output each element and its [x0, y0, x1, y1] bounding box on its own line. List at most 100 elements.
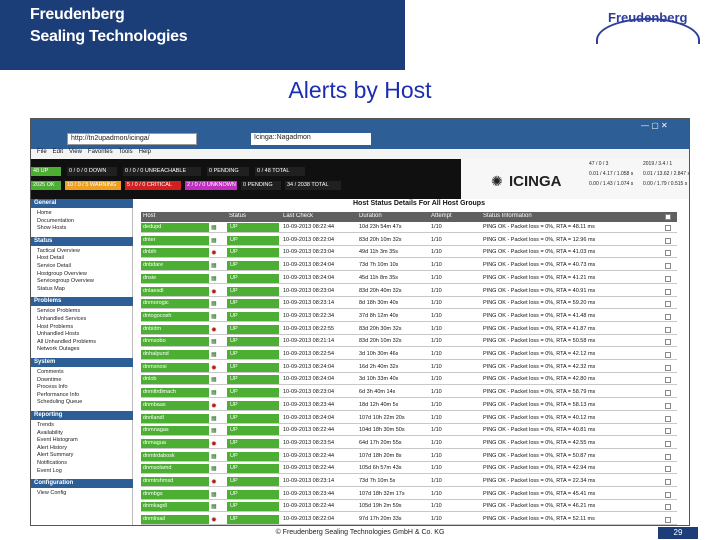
host-name[interactable]: dnmsnosi: [141, 362, 209, 372]
menu-item[interactable]: File: [37, 149, 47, 155]
table-row[interactable]: dnbidm ✹ UP 10-09-2013 08:22:55 83d 20h 30m …: [141, 324, 677, 335]
sidebar-item[interactable]: Performance Info: [37, 392, 79, 398]
sidebar-item[interactable]: Alert Summary: [37, 452, 73, 458]
host-name[interactable]: dnhalpund: [141, 350, 209, 359]
sidebar-item[interactable]: Tactical Overview: [37, 248, 80, 254]
table-row[interactable]: dnmbgs ▦ UP 10-09-2013 08:23:44 107d 18h 32m…: [141, 489, 677, 500]
host-name[interactable]: dnmagua: [141, 438, 209, 448]
graph-icon[interactable]: ▦: [211, 275, 217, 282]
row-checkbox[interactable]: [665, 326, 671, 333]
host-name[interactable]: dnmkagdl: [141, 502, 209, 512]
host-name[interactable]: dnbih: [141, 248, 209, 258]
bug-icon[interactable]: ✹: [211, 402, 217, 410]
row-checkbox[interactable]: [665, 377, 671, 384]
graph-icon[interactable]: ▦: [211, 453, 217, 460]
graph-icon[interactable]: ▦: [211, 389, 217, 396]
menu-item[interactable]: Tools: [119, 149, 133, 155]
sidebar-item[interactable]: Unhandled Services: [37, 316, 86, 322]
sidebar-item[interactable]: Service Detail: [37, 263, 71, 269]
status-cell[interactable]: 0 PENDING: [241, 181, 281, 190]
menu-item[interactable]: Favorites: [88, 149, 113, 155]
status-cell[interactable]: 0 PENDING: [207, 167, 249, 176]
row-checkbox[interactable]: [665, 301, 671, 308]
table-row[interactable]: dnlob ▦ UP 10-09-2013 08:24:04 3d 10h 33m 40…: [141, 375, 677, 386]
sidebar-item[interactable]: Process Info: [37, 384, 68, 390]
status-cell[interactable]: 10 / 0 / 5 WARNING: [65, 181, 121, 190]
sidebar-item[interactable]: Servicegroup Overview: [37, 278, 94, 284]
sidebar-item[interactable]: Notifications: [37, 460, 67, 466]
bug-icon[interactable]: ✹: [211, 516, 217, 524]
row-checkbox[interactable]: [665, 415, 671, 422]
table-row[interactable]: dnmkagdl ▦ UP 10-09-2013 08:22:44 105d 19h 2…: [141, 502, 677, 513]
graph-icon[interactable]: ▦: [211, 300, 217, 307]
column-header[interactable]: Status Information: [483, 213, 653, 219]
host-name[interactable]: dedupd: [141, 223, 209, 232]
row-checkbox[interactable]: [665, 250, 671, 257]
column-header[interactable]: Duration: [359, 213, 429, 219]
sidebar-item[interactable]: Availability: [37, 430, 63, 436]
row-checkbox[interactable]: [665, 453, 671, 460]
bug-icon[interactable]: ✹: [211, 288, 217, 296]
graph-icon[interactable]: ▦: [211, 503, 217, 510]
host-name[interactable]: dnsie: [141, 273, 209, 283]
bug-icon[interactable]: ✹: [211, 440, 217, 448]
menu-item[interactable]: Edit: [53, 149, 63, 155]
column-header[interactable]: Host: [143, 213, 227, 219]
bug-icon[interactable]: ✹: [211, 478, 217, 486]
url-input[interactable]: http://tn2upadmon/icinga/: [67, 133, 197, 145]
sidebar-item[interactable]: Scheduling Queue: [37, 399, 82, 405]
table-row[interactable]: dnmagua ✹ UP 10-09-2013 08:23:54 64d 17h 20m…: [141, 438, 677, 449]
row-checkbox[interactable]: [665, 479, 671, 485]
bug-icon[interactable]: ✹: [211, 364, 217, 372]
host-name[interactable]: dnlaesdl: [141, 286, 209, 296]
sidebar-item[interactable]: Event Log: [37, 468, 62, 474]
sidebar-item[interactable]: Alert History: [37, 445, 67, 451]
graph-icon[interactable]: ▦: [211, 237, 217, 244]
host-name[interactable]: dnmltrdlmach: [141, 388, 209, 398]
column-header[interactable]: Status: [229, 213, 281, 219]
row-checkbox[interactable]: [665, 313, 671, 320]
graph-icon[interactable]: ▦: [211, 262, 217, 269]
sidebar-item[interactable]: Home: [37, 210, 52, 216]
menu-item[interactable]: Help: [139, 149, 151, 155]
table-row[interactable]: dnlaesdl ✹ UP 10-09-2013 08:23:04 83d 20h 40…: [141, 286, 677, 297]
host-name[interactable]: dnmbaas: [141, 400, 209, 410]
table-row[interactable]: dnrilandl ▦ UP 10-09-2013 08:24:04 107d 10h …: [141, 413, 677, 424]
host-name[interactable]: dnmnagas: [141, 426, 209, 436]
graph-icon[interactable]: ▦: [211, 224, 217, 231]
status-cell[interactable]: 5 / 0 / 0 CRITICAL: [125, 181, 181, 190]
sidebar-item[interactable]: Hostgroup Overview: [37, 271, 87, 277]
status-cell[interactable]: 2 / 0 / 0 UNKNOWN: [185, 181, 237, 190]
sidebar-item[interactable]: Host Problems: [37, 324, 73, 330]
table-row[interactable]: dedupd ▦ UP 10-09-2013 08:22:44 10d 23h 54m …: [141, 223, 677, 233]
column-header[interactable]: Last Check: [283, 213, 357, 219]
graph-icon[interactable]: ▦: [211, 465, 217, 472]
host-name[interactable]: dnmorogic: [141, 299, 209, 309]
column-header[interactable]: Attempt: [431, 213, 481, 219]
host-name[interactable]: dnmbgs: [141, 489, 209, 499]
row-checkbox[interactable]: [665, 428, 671, 435]
menu-item[interactable]: View: [69, 149, 82, 155]
table-row[interactable]: dnmorogic ▦ UP 10-09-2013 08:23:14 8d 18h 30…: [141, 299, 677, 310]
graph-icon[interactable]: ▦: [211, 338, 217, 345]
host-name[interactable]: dnrilandl: [141, 413, 209, 423]
table-row[interactable]: dnmnagas ▦ UP 10-09-2013 08:22:44 104d 18h 3…: [141, 426, 677, 437]
status-cell[interactable]: 0 / 0 / 0 UNREACHABLE: [123, 167, 201, 176]
table-row[interactable]: dnsie ▦ UP 10-09-2013 08:24:04 45d 11h 8m 35…: [141, 273, 677, 284]
table-row[interactable]: dnbdare ▦ UP 10-09-2013 08:24:04 73d 7h 10m …: [141, 261, 677, 272]
row-checkbox[interactable]: [665, 339, 671, 346]
row-checkbox[interactable]: [665, 402, 671, 409]
sidebar-item[interactable]: Host Detail: [37, 255, 64, 261]
host-name[interactable]: dnbidm: [141, 324, 209, 334]
row-checkbox[interactable]: [665, 352, 671, 358]
row-checkbox[interactable]: [665, 237, 671, 244]
status-cell[interactable]: 2025 OK: [31, 181, 61, 190]
table-row[interactable]: dnter ▦ UP 10-09-2013 08:22:04 83d 20h 10m 3…: [141, 235, 677, 246]
sidebar-item[interactable]: Trends: [37, 422, 54, 428]
sidebar-item[interactable]: Downtime: [37, 377, 61, 383]
graph-icon[interactable]: ▦: [211, 415, 217, 422]
row-checkbox[interactable]: [665, 517, 671, 524]
sidebar-item[interactable]: Event Histogram: [37, 437, 78, 443]
select-all-checkbox[interactable]: [665, 214, 671, 220]
sidebar-item[interactable]: Comments: [37, 369, 64, 375]
